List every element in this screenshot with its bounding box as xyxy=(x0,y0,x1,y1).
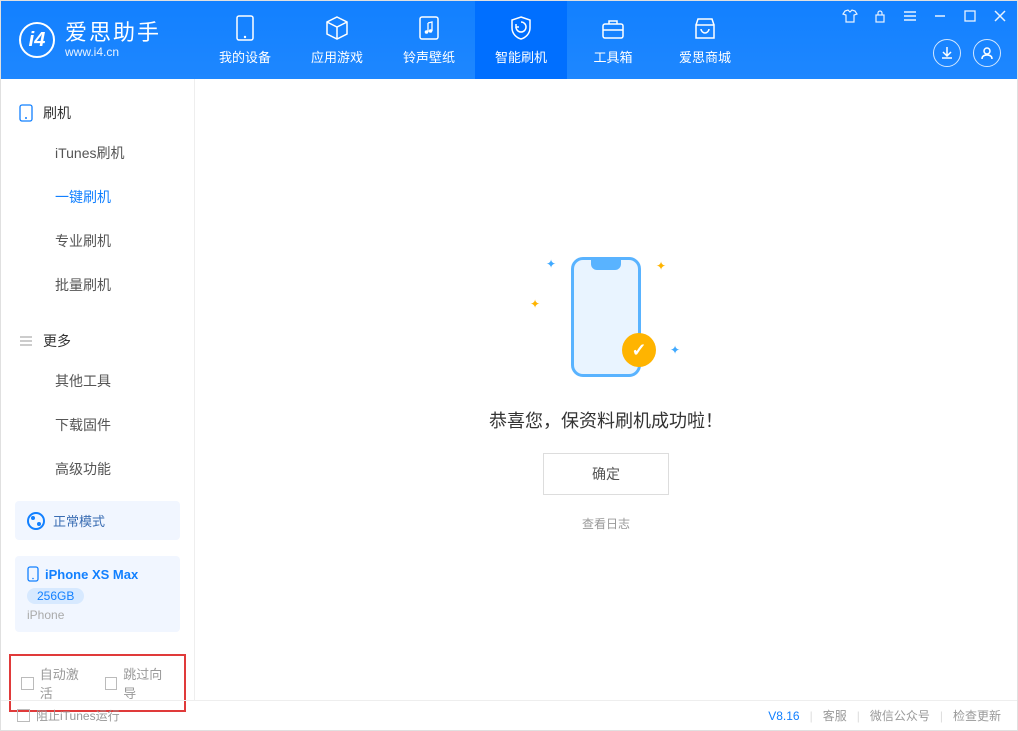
logo-icon: i4 xyxy=(19,22,55,58)
tab-store[interactable]: 爱思商城 xyxy=(659,1,751,79)
content-area: ✦ ✦ ✦ ✦ ✓ 恭喜您，保资料刷机成功啦！ 确定 查看日志 xyxy=(195,79,1017,700)
checkbox-label: 阻止iTunes运行 xyxy=(36,707,120,724)
statusbar: 阻止iTunes运行 V8.16 | 客服 | 微信公众号 | 检查更新 xyxy=(1,700,1017,730)
section-title: 刷机 xyxy=(43,103,71,123)
checkbox-label: 自动激活 xyxy=(40,664,91,702)
mode-label: 正常模式 xyxy=(53,511,105,530)
shield-icon xyxy=(507,15,535,41)
section-title: 更多 xyxy=(43,331,71,351)
version-label: V8.16 xyxy=(768,709,799,723)
tab-flash[interactable]: 智能刷机 xyxy=(475,1,567,79)
side-section-flash: 刷机 iTunes刷机 一键刷机 专业刷机 批量刷机 xyxy=(1,79,194,307)
device-name-row: iPhone XS Max xyxy=(27,566,168,582)
tab-label: 应用游戏 xyxy=(311,47,363,66)
link-check-update[interactable]: 检查更新 xyxy=(953,707,1001,724)
logo-text: 爱思助手 www.i4.cn xyxy=(65,21,161,58)
side-header-flash[interactable]: 刷机 xyxy=(1,95,194,131)
tab-label: 工具箱 xyxy=(594,47,633,66)
logo-area: i4 爱思助手 www.i4.cn xyxy=(1,21,179,58)
app-name: 爱思助手 xyxy=(65,21,161,45)
checkbox-icon xyxy=(17,709,30,722)
menu-icon[interactable] xyxy=(901,7,919,25)
mode-icon xyxy=(27,512,45,530)
statusbar-left: 阻止iTunes运行 xyxy=(17,707,120,724)
tab-label: 我的设备 xyxy=(219,47,271,66)
sidebar-item-advanced[interactable]: 高级功能 xyxy=(1,447,194,491)
link-wechat[interactable]: 微信公众号 xyxy=(870,707,930,724)
toolbox-icon xyxy=(599,15,627,41)
tab-my-device[interactable]: 我的设备 xyxy=(199,1,291,79)
success-illustration: ✦ ✦ ✦ ✦ ✓ xyxy=(526,247,686,387)
window-controls xyxy=(841,7,1009,25)
divider: | xyxy=(940,709,943,723)
sidebar-item-download-firmware[interactable]: 下载固件 xyxy=(1,403,194,447)
app-url: www.i4.cn xyxy=(65,46,161,59)
sparkle-icon: ✦ xyxy=(546,257,556,271)
view-log-link[interactable]: 查看日志 xyxy=(582,515,630,532)
lock-icon[interactable] xyxy=(871,7,889,25)
device-name: iPhone XS Max xyxy=(45,567,138,582)
link-support[interactable]: 客服 xyxy=(823,707,847,724)
divider: | xyxy=(857,709,860,723)
list-icon xyxy=(19,335,33,347)
device-box[interactable]: iPhone XS Max 256GB iPhone xyxy=(15,556,180,632)
phone-icon xyxy=(231,15,259,41)
checkbox-icon xyxy=(21,677,34,690)
side-section-more: 更多 其他工具 下载固件 高级功能 xyxy=(1,307,194,491)
checkbox-skip-guide[interactable]: 跳过向导 xyxy=(105,664,175,702)
cube-icon xyxy=(323,15,351,41)
sidebar-item-pro-flash[interactable]: 专业刷机 xyxy=(1,219,194,263)
checkbox-stop-itunes[interactable]: 阻止iTunes运行 xyxy=(17,707,120,724)
tab-label: 铃声壁纸 xyxy=(403,47,455,66)
titlebar: i4 爱思助手 www.i4.cn 我的设备 应用游戏 铃声壁纸 智能刷机 工具… xyxy=(1,1,1017,79)
sparkle-icon: ✦ xyxy=(530,297,540,311)
sidebar-item-batch-flash[interactable]: 批量刷机 xyxy=(1,263,194,307)
device-icon xyxy=(27,566,39,582)
shirt-icon[interactable] xyxy=(841,7,859,25)
device-capacity: 256GB xyxy=(27,588,84,604)
sidebar-item-other-tools[interactable]: 其他工具 xyxy=(1,359,194,403)
tab-label: 爱思商城 xyxy=(679,47,731,66)
download-icon[interactable] xyxy=(933,39,961,67)
tab-apps[interactable]: 应用游戏 xyxy=(291,1,383,79)
close-button[interactable] xyxy=(991,7,1009,25)
ok-button[interactable]: 确定 xyxy=(543,453,669,495)
sidebar-item-itunes-flash[interactable]: iTunes刷机 xyxy=(1,131,194,175)
check-badge-icon: ✓ xyxy=(622,333,656,367)
success-message: 恭喜您，保资料刷机成功啦！ xyxy=(489,407,723,433)
checkbox-label: 跳过向导 xyxy=(123,664,174,702)
music-icon xyxy=(415,15,443,41)
body-row: 刷机 iTunes刷机 一键刷机 专业刷机 批量刷机 更多 其他工具 下载固件 … xyxy=(1,79,1017,700)
header-circle-icons xyxy=(933,39,1001,67)
sparkle-icon: ✦ xyxy=(670,343,680,357)
store-icon xyxy=(691,15,719,41)
sparkle-icon: ✦ xyxy=(656,259,666,273)
checkbox-auto-activate[interactable]: 自动激活 xyxy=(21,664,91,702)
tab-label: 智能刷机 xyxy=(495,47,547,66)
mode-box[interactable]: 正常模式 xyxy=(15,501,180,540)
tab-ringtone[interactable]: 铃声壁纸 xyxy=(383,1,475,79)
side-header-more[interactable]: 更多 xyxy=(1,323,194,359)
device-icon xyxy=(19,104,33,122)
user-icon[interactable] xyxy=(973,39,1001,67)
divider: | xyxy=(810,709,813,723)
sidebar-item-oneclick-flash[interactable]: 一键刷机 xyxy=(1,175,194,219)
device-type: iPhone xyxy=(27,608,168,622)
nav-tabs: 我的设备 应用游戏 铃声壁纸 智能刷机 工具箱 爱思商城 xyxy=(199,1,751,79)
checkbox-icon xyxy=(105,677,118,690)
maximize-button[interactable] xyxy=(961,7,979,25)
statusbar-right: V8.16 | 客服 | 微信公众号 | 检查更新 xyxy=(768,707,1001,724)
tab-toolbox[interactable]: 工具箱 xyxy=(567,1,659,79)
minimize-button[interactable] xyxy=(931,7,949,25)
sidebar: 刷机 iTunes刷机 一键刷机 专业刷机 批量刷机 更多 其他工具 下载固件 … xyxy=(1,79,195,700)
